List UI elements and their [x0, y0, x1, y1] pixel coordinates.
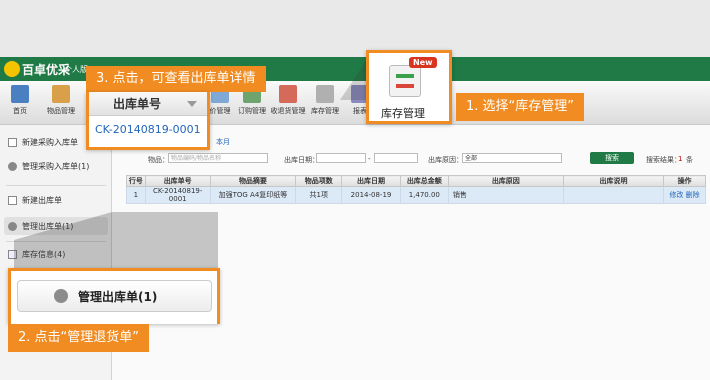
zoom-sidebar-label: 管理出库单(1) — [78, 289, 158, 304]
zoom-order-link[interactable]: CK-20140819-0001 — [89, 116, 207, 144]
inventory-icon — [389, 65, 421, 97]
zoom-sidebar-callout: 管理出库单(1) — [8, 268, 220, 324]
arrow-right-icon — [396, 74, 414, 78]
new-badge: New — [409, 57, 437, 68]
step3-tag: 3. 点击，可查看出库单详情 — [86, 66, 266, 92]
zoom-inventory-callout: New 库存管理 — [366, 50, 452, 124]
gear-icon — [54, 289, 68, 303]
step1-tag: 1. 选择“库存管理” — [456, 93, 585, 121]
zoom-order-callout: 出库单号 CK-20140819-0001 — [86, 92, 210, 150]
arrow-left-icon — [396, 84, 414, 88]
step2-tag: 2. 点击“管理退货单” — [8, 324, 150, 352]
zoom-column-header: 出库单号 — [89, 92, 207, 116]
sort-caret-icon — [187, 101, 197, 107]
tutorial-screenshot: 百卓优采 个人版 首页 物品管理 价管理 订购管理 收退货管理 库存管理 报表 … — [0, 0, 710, 380]
zoom-manage-outbound-item[interactable]: 管理出库单(1) — [17, 280, 212, 312]
zoom-column-header-label: 出库单号 — [113, 97, 162, 111]
zoom-inventory-label: 库存管理 — [381, 107, 425, 120]
